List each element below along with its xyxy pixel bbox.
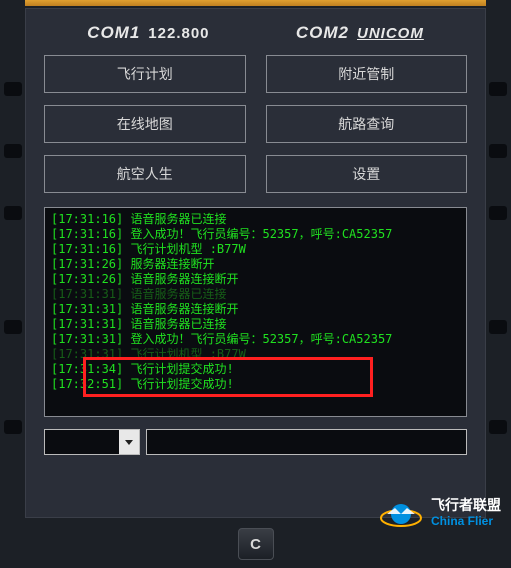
aviation-life-button[interactable]: 航空人生 (44, 155, 246, 193)
bezel-screw (489, 82, 507, 96)
log-line: [17:32:51] 飞行计划提交成功! (51, 377, 460, 392)
com1-label: COM1 (87, 23, 140, 43)
com-row: COM1 122.800 COM2 UNICOM (44, 23, 467, 43)
log-line: [17:31:26] 服务器连接断开 (51, 257, 460, 272)
bezel-screw (489, 320, 507, 334)
com1-value: 122.800 (148, 25, 209, 42)
log-line: [17:31:31] 语音服务器已连接 (51, 317, 460, 332)
com2-label: COM2 (296, 23, 349, 43)
bezel-screw (4, 144, 22, 158)
log-line: [17:31:34] 飞行计划提交成功! (51, 362, 460, 377)
com2-value: UNICOM (357, 25, 424, 42)
log-line: [17:31:31] 飞行计划机型 :B77W (51, 347, 460, 362)
com2-group: COM2 UNICOM (296, 23, 424, 43)
log-line: [17:31:26] 语音服务器连接断开 (51, 272, 460, 287)
log-line: [17:31:16] 飞行计划机型 :B77W (51, 242, 460, 257)
key-c-button[interactable]: C (238, 528, 274, 560)
bezel-screw (489, 420, 507, 434)
log-line: [17:31:31] 登入成功！飞行员编号：52357，呼号:CA52357 (51, 332, 460, 347)
recipient-input[interactable] (45, 430, 119, 454)
app-frame: COM1 122.800 COM2 UNICOM 飞行计划 附近管制 在线地图 … (0, 0, 511, 568)
bezel-screw (489, 206, 507, 220)
top-accent-bar (25, 0, 486, 6)
bezel-screw (4, 420, 22, 434)
recipient-combo[interactable] (44, 429, 140, 455)
bezel-screw (4, 320, 22, 334)
bezel-screw (489, 144, 507, 158)
message-input[interactable] (146, 429, 467, 455)
chevron-down-icon (125, 440, 133, 445)
flight-plan-button[interactable]: 飞行计划 (44, 55, 246, 93)
log-console: [17:31:16] 语音服务器已连接 [17:31:16] 登入成功！飞行员编… (44, 207, 467, 417)
bottom-key-row: C (0, 528, 511, 560)
main-panel: COM1 122.800 COM2 UNICOM 飞行计划 附近管制 在线地图 … (25, 8, 486, 518)
log-line: [17:31:31] 语音服务器连接断开 (51, 302, 460, 317)
nearby-atc-button[interactable]: 附近管制 (266, 55, 468, 93)
log-line: [17:31:16] 语音服务器已连接 (51, 212, 460, 227)
nav-button-grid: 飞行计划 附近管制 在线地图 航路查询 航空人生 设置 (44, 55, 467, 193)
log-line: [17:31:31] 语音服务器已连接 (51, 287, 460, 302)
online-map-button[interactable]: 在线地图 (44, 105, 246, 143)
settings-button[interactable]: 设置 (266, 155, 468, 193)
bezel-screw (4, 82, 22, 96)
log-line: [17:31:16] 登入成功！飞行员编号：52357，呼号:CA52357 (51, 227, 460, 242)
route-query-button[interactable]: 航路查询 (266, 105, 468, 143)
com1-group: COM1 122.800 (87, 23, 209, 43)
input-row (44, 429, 467, 455)
bezel-screw (4, 206, 22, 220)
recipient-dropdown-button[interactable] (119, 430, 139, 454)
